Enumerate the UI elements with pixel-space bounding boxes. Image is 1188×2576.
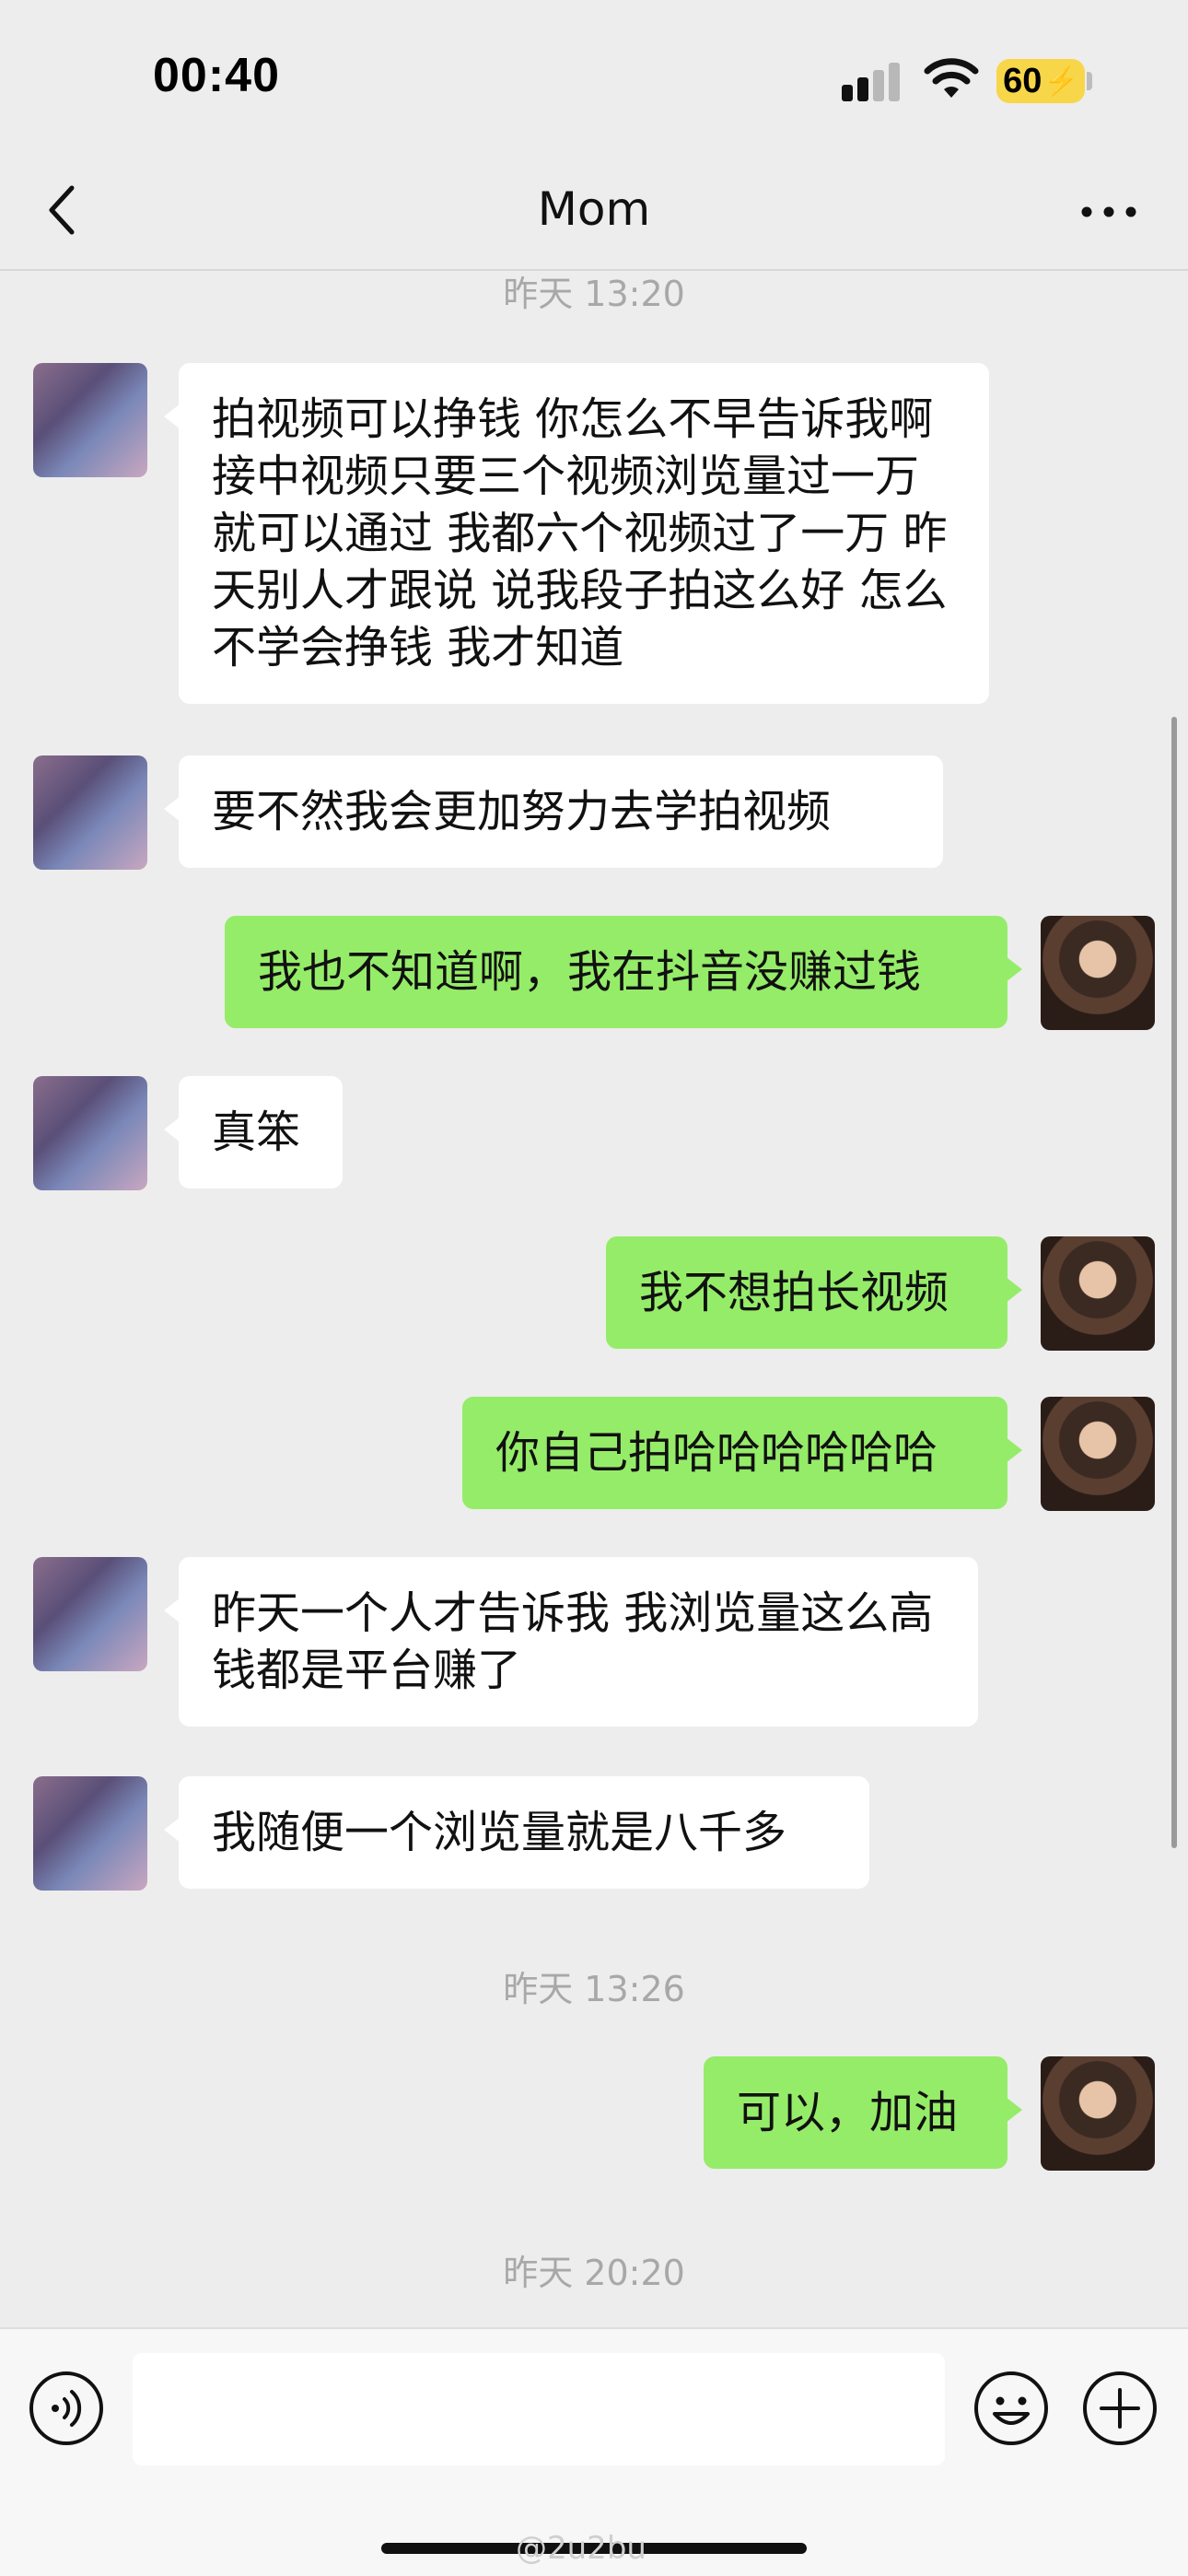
avatar-mom[interactable] [33, 1557, 147, 1671]
message-bubble[interactable]: 昨天一个人才告诉我 我浏览量这么高钱都是平台赚了 [164, 1557, 978, 1727]
battery-nub [1087, 72, 1092, 90]
avatar-mom[interactable] [33, 755, 147, 870]
message-bubble[interactable]: 可以，加油 [704, 2056, 1022, 2169]
emoji-icon[interactable] [973, 2370, 1050, 2447]
message-bubble[interactable]: 要不然我会更加努力去学拍视频 [164, 755, 943, 868]
status-bar: 00:40 60 ⚡ [0, 0, 1188, 157]
wifi-icon [924, 58, 979, 98]
battery-indicator: 60 ⚡ [996, 59, 1085, 103]
cellular-signal-icon [842, 63, 900, 101]
avatar-me[interactable] [1041, 1236, 1155, 1351]
chat-title: Mom [537, 182, 651, 236]
avatar-me[interactable] [1041, 916, 1155, 1030]
chat-messages[interactable]: 昨天 13:20 拍视频可以挣钱 你怎么不早告诉我啊 接中视频只要三个视频浏览量… [0, 273, 1188, 2327]
message-input[interactable] [133, 2353, 945, 2465]
more-options-icon[interactable] [1079, 203, 1138, 221]
message-bubble[interactable]: 你自己拍哈哈哈哈哈哈 [462, 1397, 1022, 1509]
avatar-me[interactable] [1041, 2056, 1155, 2171]
scroll-indicator[interactable] [1171, 717, 1177, 1848]
message-bubble[interactable]: 我随便一个浏览量就是八千多 [164, 1776, 869, 1889]
message-bubble[interactable]: 拍视频可以挣钱 你怎么不早告诉我啊 接中视频只要三个视频浏览量过一万就可以通过 … [164, 363, 989, 704]
avatar-mom[interactable] [33, 363, 147, 477]
plus-icon[interactable] [1081, 2370, 1159, 2447]
message-bubble[interactable]: 我也不知道啊，我在抖音没赚过钱 [225, 916, 1022, 1028]
message-bubble[interactable]: 我不想拍长视频 [606, 1236, 1022, 1349]
battery-level: 60 [1003, 61, 1042, 100]
nav-bar: Mom [0, 157, 1188, 271]
avatar-me[interactable] [1041, 1397, 1155, 1511]
timestamp: 昨天 20:20 [503, 2253, 685, 2293]
watermark: @2u2bu [516, 2530, 646, 2567]
timestamp: 昨天 13:26 [503, 1969, 685, 2009]
timestamp: 昨天 13:20 [503, 274, 685, 314]
avatar-mom[interactable] [33, 1776, 147, 1891]
voice-input-icon[interactable] [28, 2370, 105, 2447]
charging-bolt-icon: ⚡ [1043, 65, 1078, 97]
avatar-mom[interactable] [33, 1076, 147, 1190]
status-time: 00:40 [153, 49, 280, 102]
message-bubble[interactable]: 真笨 [164, 1076, 343, 1188]
